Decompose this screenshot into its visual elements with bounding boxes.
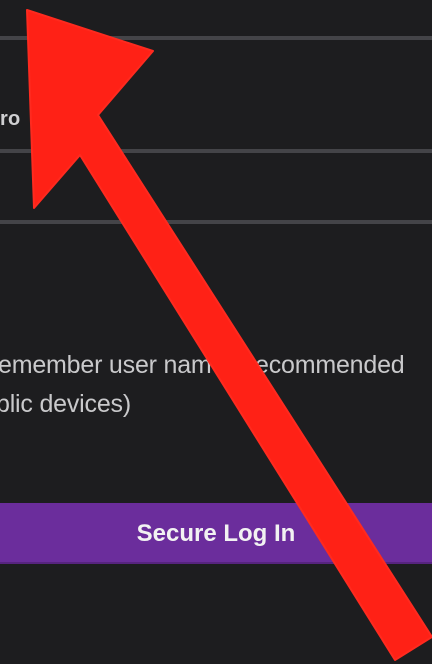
username-field-border[interactable]: [0, 36, 432, 40]
login-screen: ro emember user name ( recommended blic …: [0, 0, 432, 664]
remember-user-name-note: blic devices): [0, 390, 131, 418]
password-field-border[interactable]: [0, 149, 432, 153]
remember-user-name-text: emember user name ( recommended: [0, 351, 405, 379]
password-label-fragment: ro: [0, 108, 21, 130]
password-input-underline[interactable]: [0, 220, 432, 224]
secure-log-in-button[interactable]: Secure Log In: [0, 503, 432, 564]
red-arrow-icon: [26, 9, 432, 661]
